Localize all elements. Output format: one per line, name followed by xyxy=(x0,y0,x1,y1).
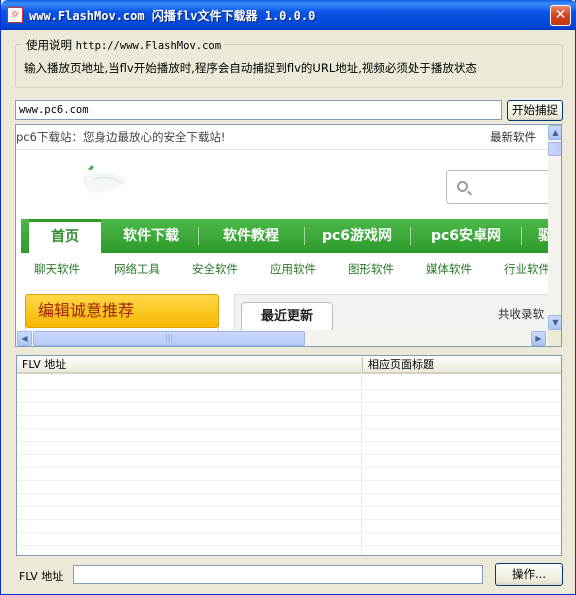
tab-recent-updates[interactable]: 最近更新 xyxy=(241,302,333,330)
column-separator xyxy=(361,356,362,555)
subnav-industry-software[interactable]: 行业软件 xyxy=(504,261,548,277)
row-gridline xyxy=(17,428,561,429)
nav-item-pc6-android[interactable]: pc6安卓网 xyxy=(416,219,516,253)
site-subnav: 聊天软件 网络工具 安全软件 应用软件 图形软件 媒体软件 行业软件 xyxy=(16,258,548,280)
row-gridline xyxy=(17,402,561,403)
usage-description: 输入播放页地址,当flv开始播放时,程序会自动捕捉到flv的URL地址,视频必须… xyxy=(24,61,477,75)
row-gridline xyxy=(17,545,561,546)
browser-content: pc6下载站：您身边最放心的安全下载站! 最新软件 首页 软件下载 软件教程 p… xyxy=(16,125,548,330)
subnav-application-software[interactable]: 应用软件 xyxy=(270,261,316,277)
row-gridline xyxy=(17,441,561,442)
browser-view[interactable]: pc6下载站：您身边最放心的安全下载站! 最新软件 首页 软件下载 软件教程 p… xyxy=(15,124,562,347)
flv-address-label: FLV 地址 xyxy=(19,570,64,583)
column-header-flv-address[interactable]: FLV 地址 xyxy=(17,357,361,373)
vertical-scrollbar[interactable]: ▲ ▼ xyxy=(548,125,561,330)
nav-separator xyxy=(410,227,411,245)
subnav-chat-software[interactable]: 聊天软件 xyxy=(34,261,80,277)
subnav-security-software[interactable]: 安全软件 xyxy=(192,261,238,277)
nav-item-software-download[interactable]: 软件下载 xyxy=(107,219,195,253)
row-gridline xyxy=(17,506,561,507)
scroll-left-icon[interactable]: ◀ xyxy=(17,331,32,346)
row-gridline xyxy=(17,493,561,494)
flv-address-field[interactable] xyxy=(73,565,483,584)
row-gridline xyxy=(17,519,561,520)
subnav-network-tools[interactable]: 网络工具 xyxy=(114,261,160,277)
usage-legend-url: http://www.FlashMov.com xyxy=(75,40,222,52)
nav-item-software-tutorials[interactable]: 软件教程 xyxy=(203,219,299,253)
nav-item-home[interactable]: 首页 xyxy=(29,219,101,253)
site-logo[interactable] xyxy=(76,163,146,203)
usage-legend: 使用说明 http://www.FlashMov.com xyxy=(23,37,225,53)
row-gridline xyxy=(17,532,561,533)
row-gridline xyxy=(17,415,561,416)
close-button[interactable]: ✕ xyxy=(550,5,571,26)
header-divider xyxy=(16,149,548,150)
column-header-page-title[interactable]: 相应页面标题 xyxy=(362,357,561,373)
search-icon xyxy=(457,181,468,192)
subnav-media-software[interactable]: 媒体软件 xyxy=(426,261,472,277)
nav-separator xyxy=(198,227,199,245)
main-window: ☼ www.FlashMov.com 闪播flv文件下载器 1.0.0.0 ✕ … xyxy=(0,0,576,595)
row-gridline xyxy=(17,467,561,468)
site-nav: 首页 软件下载 软件教程 pc6游戏网 pc6安卓网 驱 xyxy=(21,219,548,253)
scrollbar-corner xyxy=(548,330,561,346)
list-header: FLV 地址 相应页面标题 xyxy=(17,356,561,374)
nav-separator xyxy=(304,227,305,245)
editor-recommend-header: 编辑诚意推荐 xyxy=(25,294,219,328)
start-capture-button[interactable]: 开始捕捉 xyxy=(507,100,563,121)
nav-item-pc6-games[interactable]: pc6游戏网 xyxy=(309,219,405,253)
row-gridline xyxy=(17,389,561,390)
row-gridline xyxy=(17,454,561,455)
horizontal-scrollbar[interactable]: ◀ ||| ▶ xyxy=(16,330,548,346)
row-gridline xyxy=(17,480,561,481)
nav-item-driver[interactable]: 驱 xyxy=(526,219,548,253)
software-count-text: 共收录软 xyxy=(498,307,544,321)
app-icon[interactable]: ☼ xyxy=(7,7,23,23)
flv-list[interactable]: FLV 地址 相应页面标题 xyxy=(16,355,562,556)
scroll-up-icon[interactable]: ▲ xyxy=(548,125,561,140)
url-input[interactable]: www.pc6.com xyxy=(15,100,502,120)
horizontal-scroll-thumb[interactable]: ||| xyxy=(33,331,305,346)
nav-separator xyxy=(521,227,522,245)
operation-button[interactable]: 操作... xyxy=(495,563,563,586)
site-slogan: pc6下载站：您身边最放心的安全下载站! xyxy=(16,130,226,144)
vertical-scroll-thumb[interactable] xyxy=(548,142,561,156)
scroll-right-icon[interactable]: ▶ xyxy=(531,331,546,346)
title-bar[interactable]: ☼ www.FlashMov.com 闪播flv文件下载器 1.0.0.0 ✕ xyxy=(1,0,576,30)
latest-software-link[interactable]: 最新软件 xyxy=(490,129,536,145)
window-title: www.FlashMov.com 闪播flv文件下载器 1.0.0.0 xyxy=(29,9,316,23)
usage-legend-label: 使用说明 xyxy=(26,38,72,52)
scroll-down-icon[interactable]: ▼ xyxy=(548,315,561,330)
site-search-box[interactable] xyxy=(446,170,548,204)
subnav-graphics-software[interactable]: 图形软件 xyxy=(348,261,394,277)
